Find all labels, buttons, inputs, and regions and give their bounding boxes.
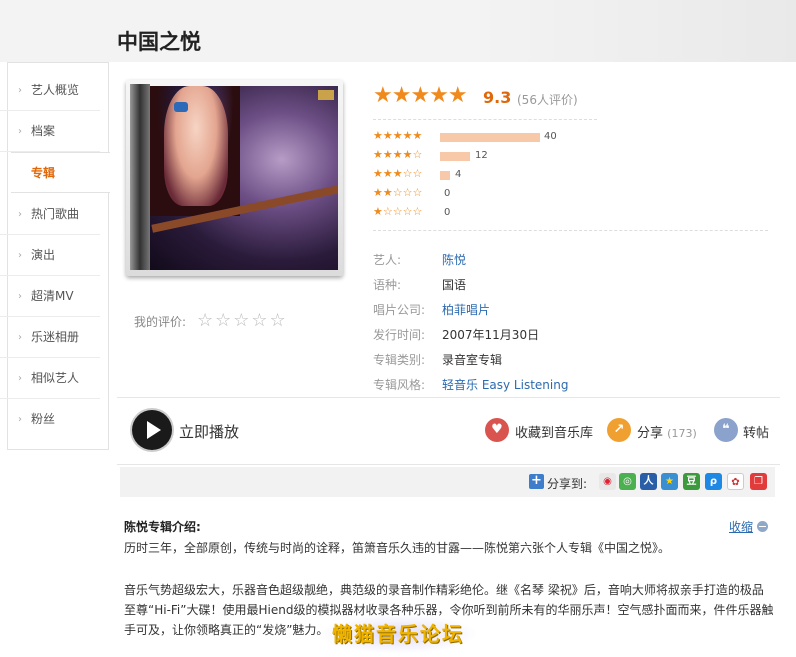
rating-bar-count: 4: [455, 169, 462, 180]
collapse-link[interactable]: 收缩: [729, 518, 753, 535]
sidebar-item-shows[interactable]: › 演出: [0, 235, 100, 276]
chevron-right-icon: ›: [18, 209, 22, 220]
star-icons: ★☆☆☆☆: [373, 205, 423, 218]
wechat-icon[interactable]: ◎: [619, 473, 636, 490]
sidebar-item-hd-mv[interactable]: › 超清MV: [0, 276, 100, 317]
repost-button[interactable]: 转帖: [743, 422, 769, 441]
bookmark-icon[interactable]: ❐: [750, 473, 767, 490]
album-cover-image[interactable]: [150, 86, 338, 270]
chevron-right-icon: ›: [18, 250, 22, 261]
rating-bar-count: 40: [544, 131, 557, 142]
info-key: 唱片公司:: [373, 303, 426, 317]
weibo-icon[interactable]: ◉: [599, 473, 616, 490]
album-intro-title: 陈悦专辑介绍:: [124, 520, 201, 534]
minus-circle-icon[interactable]: [757, 521, 768, 532]
sidebar-item-label: 粉丝: [31, 412, 56, 426]
repost-icon[interactable]: ❝: [714, 418, 738, 442]
play-now-button[interactable]: 立即播放: [179, 421, 239, 442]
sidebar-item-profile[interactable]: › 档案: [0, 111, 100, 152]
intro-paragraph: 历时三年，全部原创，传统与时尚的诠释，笛箫音乐久违的甘露——陈悦第六张个人专辑《…: [124, 541, 671, 555]
chevron-right-icon: ›: [18, 414, 22, 425]
star-icons: ★★★★★: [373, 129, 423, 142]
sidebar-item-fans[interactable]: › 粉丝: [0, 399, 100, 440]
sidebar-item-label: 演出: [31, 248, 56, 262]
star-icons: ★★★☆☆: [373, 167, 423, 180]
my-rating-label: 我的评价:: [134, 315, 187, 329]
info-key: 发行时间:: [373, 328, 426, 342]
info-key: 专辑风格:: [373, 378, 426, 392]
chevron-right-icon: ›: [18, 291, 22, 302]
sidebar-item-label: 超清MV: [31, 289, 74, 303]
play-icon[interactable]: [132, 410, 172, 450]
divider: [373, 230, 768, 231]
sidebar-item-label: 档案: [31, 124, 56, 138]
divider: [373, 119, 597, 120]
share-to-label: 分享到:: [547, 477, 588, 491]
info-key: 艺人:: [373, 253, 402, 267]
sidebar-item-artist-overview[interactable]: › 艺人概览: [0, 70, 100, 111]
sidebar-item-label: 热门歌曲: [31, 207, 80, 221]
rating-bar-count: 0: [444, 207, 451, 218]
kaixin-icon[interactable]: ✿: [727, 473, 744, 490]
chevron-right-icon: ›: [18, 332, 22, 343]
star-icons: ★★★★☆: [373, 148, 423, 161]
info-value: 录音室专辑: [442, 353, 503, 367]
rating-count: (56人评价): [517, 93, 578, 107]
renren-icon[interactable]: 人: [640, 473, 657, 490]
sidebar-item-label: 相似艺人: [31, 371, 80, 385]
sidebar-item-label: 乐迷相册: [31, 330, 80, 344]
sidebar-item-fan-photos[interactable]: › 乐迷相册: [0, 317, 100, 358]
tencent-weibo-icon[interactable]: ρ: [705, 473, 722, 490]
chevron-right-icon: ›: [18, 126, 22, 137]
rating-bar-count: 0: [444, 188, 451, 199]
share-button[interactable]: 分享 (173): [637, 422, 697, 441]
page-title: 中国之悦: [117, 30, 201, 54]
info-value: 国语: [442, 278, 467, 292]
rating-score: 9.3: [483, 88, 512, 107]
share-count: (173): [667, 427, 697, 440]
douban-icon[interactable]: 豆: [683, 473, 700, 490]
share-icon[interactable]: ↗: [607, 418, 631, 442]
qzone-icon[interactable]: ★: [661, 473, 678, 490]
label-logo-icon: [174, 102, 188, 112]
sidebar-item-label: 艺人概览: [31, 83, 80, 97]
sidebar-item-hot-songs[interactable]: › 热门歌曲: [0, 194, 100, 235]
sidebar-item-label: 专辑: [31, 166, 56, 180]
record-label-link[interactable]: 柏菲唱片: [442, 301, 490, 318]
info-key: 专辑类别:: [373, 353, 426, 367]
rating-bar: [440, 171, 450, 180]
heart-icon[interactable]: ♥: [485, 418, 509, 442]
cd-case-spine: [130, 84, 150, 270]
forum-watermark: 懒猫音乐论坛: [318, 614, 478, 654]
info-value: 2007年11月30日: [442, 328, 540, 342]
genre-link[interactable]: 轻音乐 Easy Listening: [442, 376, 568, 393]
artist-link[interactable]: 陈悦: [442, 251, 466, 268]
info-key: 语种:: [373, 278, 402, 292]
sidebar-item-similar-artists[interactable]: › 相似艺人: [0, 358, 100, 399]
my-rating-stars[interactable]: ☆☆☆☆☆: [197, 310, 288, 331]
sidebar-item-albums[interactable]: 专辑: [11, 152, 110, 193]
plus-icon[interactable]: +: [529, 474, 544, 489]
rating-bar: [440, 152, 470, 161]
overall-rating-stars: ★★★★★: [373, 83, 468, 108]
chevron-right-icon: ›: [18, 85, 22, 96]
rating-bar-count: 12: [475, 150, 488, 161]
collect-button[interactable]: 收藏到音乐库: [515, 422, 593, 441]
chevron-right-icon: ›: [18, 373, 22, 384]
cover-badge: [318, 90, 334, 100]
rating-bar: [440, 133, 540, 142]
star-icons: ★★☆☆☆: [373, 186, 423, 199]
share-label: 分享: [637, 426, 664, 441]
